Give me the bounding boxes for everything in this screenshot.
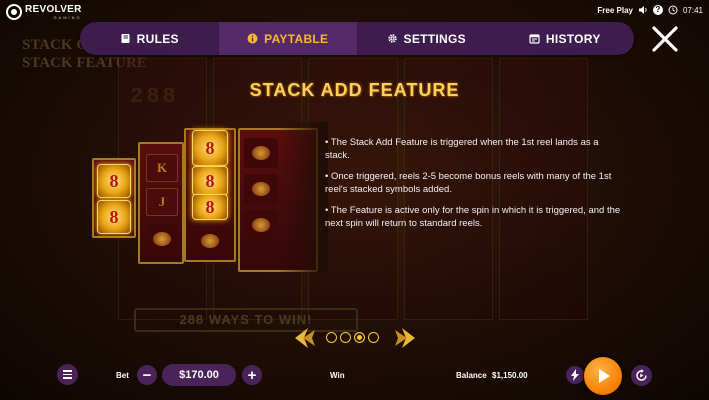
description-line: • The Feature is active only for the spi… — [325, 205, 621, 229]
page-dot-active[interactable] — [354, 332, 365, 343]
help-icon[interactable]: ? — [652, 5, 663, 15]
description-line: • Once triggered, reels 2-5 become bonus… — [325, 171, 612, 195]
status-bar: Free Play ? 07:41 — [597, 5, 703, 15]
tab-settings[interactable]: SETTINGS — [357, 22, 496, 55]
page-title: STACK ADD FEATURE — [249, 80, 460, 100]
page-dot[interactable] — [340, 332, 351, 343]
turbo-button[interactable] — [566, 366, 584, 384]
stack-add-illustration: K J 8 8 8 8 8 — [88, 122, 328, 272]
tab-label: SETTINGS — [403, 31, 466, 46]
reel-three: 8 8 8 — [184, 128, 236, 262]
autoplay-icon — [636, 369, 647, 381]
brand-logo: REVOLVER GAMING — [6, 4, 82, 20]
next-page-arrow-icon[interactable] — [392, 325, 418, 351]
menu-icon[interactable] — [57, 364, 78, 385]
close-icon[interactable] — [650, 24, 680, 54]
gear-icon — [387, 34, 397, 43]
page-navigator — [292, 325, 420, 351]
tab-label: RULES — [136, 31, 179, 46]
tab-label: PAYTABLE — [264, 31, 329, 46]
info-icon — [247, 33, 258, 44]
info-tab-bar: RULES PAYTABLE SETTINGS HISTORY — [80, 22, 634, 55]
clock-time: 07:41 — [682, 5, 703, 15]
brand-sub: GAMING — [53, 14, 82, 20]
speaker-icon[interactable] — [638, 5, 648, 15]
win-label: Win — [330, 371, 345, 380]
bet-label: Bet — [116, 371, 129, 380]
control-bar: Bet − $170.00 + Win Balance $1,150.00 — [0, 355, 709, 400]
previous-page-arrow-icon[interactable] — [292, 325, 318, 351]
balance-label: Balance — [456, 371, 487, 380]
decrease-bet-button[interactable]: − — [137, 365, 157, 385]
tab-paytable[interactable]: PAYTABLE — [218, 22, 357, 55]
play-mode: Free Play — [597, 5, 633, 15]
spin-button[interactable] — [584, 357, 622, 395]
tab-history[interactable]: HISTORY — [496, 22, 635, 55]
bet-value: $170.00 — [162, 364, 236, 386]
reel-one-stacked: 8 8 — [92, 158, 136, 238]
page-dot[interactable] — [326, 332, 337, 343]
revolver-logo-icon — [6, 4, 22, 20]
page-dot[interactable] — [368, 332, 379, 343]
brand-name: REVOLVER — [25, 3, 82, 15]
play-icon — [599, 369, 610, 383]
reel-two: K J — [138, 142, 184, 264]
book-icon — [121, 34, 130, 43]
feature-description: • The Stack Add Feature is triggered whe… — [325, 136, 625, 238]
tab-rules[interactable]: RULES — [80, 22, 219, 55]
autoplay-button[interactable] — [631, 365, 652, 386]
clock-icon — [668, 5, 678, 15]
description-line: • The Stack Add Feature is triggered whe… — [325, 137, 599, 161]
balance-value: $1,150.00 — [492, 371, 528, 380]
tab-label: HISTORY — [545, 31, 601, 46]
lightning-icon — [571, 369, 579, 381]
calendar-icon — [529, 34, 540, 44]
increase-bet-button[interactable]: + — [242, 365, 262, 385]
page-dots — [326, 332, 379, 343]
